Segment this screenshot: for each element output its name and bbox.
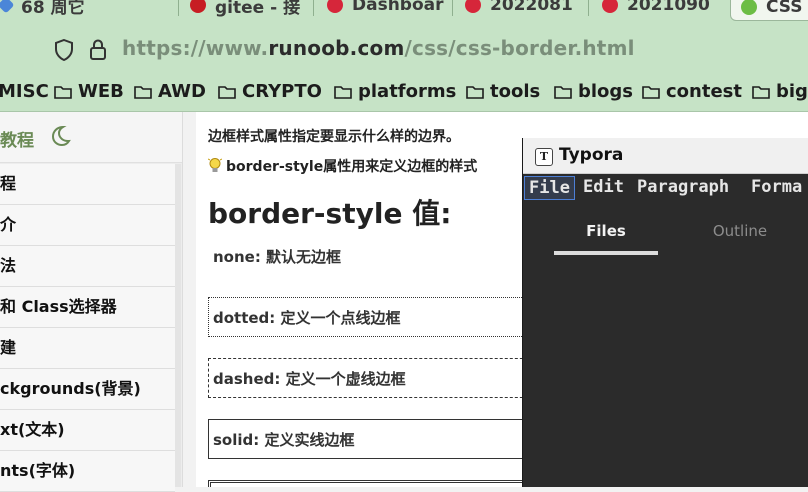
browser-tab-2[interactable]: gitee - 接	[190, 0, 300, 18]
lock-icon[interactable]	[89, 39, 107, 61]
menu-file[interactable]: File	[524, 176, 575, 200]
bookmark-label: bigc	[776, 81, 808, 102]
folder-icon	[334, 85, 352, 99]
bookmarks-bar: MISC WEB AWD CRYPTO platforms tools blog…	[0, 75, 808, 112]
sidebar-item[interactable]: 介	[0, 205, 175, 246]
bookmark-label: tools	[490, 81, 541, 102]
bookmark-tools[interactable]: tools	[466, 81, 540, 102]
dashboard-favicon-icon	[327, 0, 343, 13]
example-dashed: dashed: 定义一个虚线边框	[208, 358, 548, 398]
intro-text: 边框样式属性指定要显示什么样的边界。	[208, 129, 460, 145]
menu-paragraph[interactable]: Paragraph	[633, 176, 733, 198]
bookmark-web[interactable]: WEB	[54, 81, 124, 102]
example-double	[208, 480, 548, 487]
sidebar-title: 教程	[0, 131, 34, 151]
sidebar-item[interactable]: ckgrounds(背景)	[0, 369, 175, 410]
active-tab-indicator	[554, 251, 658, 255]
bookmark-label: MISC	[0, 81, 49, 102]
section-heading: border-style 值:	[208, 197, 452, 230]
tab-label: CSS	[766, 0, 803, 17]
menu-format[interactable]: Forma	[747, 176, 806, 198]
sidebar-scrollbar[interactable]	[175, 164, 181, 487]
tab-favicon-icon	[602, 0, 618, 13]
gitee-favicon-icon	[190, 0, 206, 13]
sidebar-header: 教程	[0, 112, 182, 163]
browser-tab-strip: 68 周它 gitee - 接 Dashboar 2022081 2021090…	[0, 0, 808, 22]
sidebar-item[interactable]: 建	[0, 328, 175, 369]
sidebar-item[interactable]: 法	[0, 246, 175, 287]
tip-line: border-style属性用来定义边框的样式	[208, 156, 477, 176]
bookmark-label: blogs	[578, 81, 634, 102]
tip-text: border-style属性用来定义边框的样式	[226, 159, 478, 175]
bookmark-label: AWD	[158, 81, 206, 102]
folder-icon	[54, 85, 72, 99]
browser-tab-1[interactable]: 68 周它	[0, 0, 85, 18]
bookmark-platforms[interactable]: platforms	[334, 81, 456, 102]
url-prefix: https://www.	[122, 36, 269, 60]
typora-menubar: File Edit Paragraph Forma	[523, 174, 808, 202]
browser-tab-5[interactable]: 2021090	[602, 0, 710, 18]
typora-logo-icon: T	[535, 148, 553, 166]
sidebar-item[interactable]: nts(字体)	[0, 451, 175, 492]
browser-tab-3[interactable]: Dashboar	[327, 0, 444, 18]
bookmark-label: platforms	[358, 81, 457, 102]
tab-favicon-icon	[465, 0, 481, 13]
sidebar-item[interactable]: 程	[0, 164, 175, 205]
tab-outline[interactable]: Outline	[673, 216, 807, 246]
tab-label: Dashboar	[352, 0, 444, 15]
folder-icon	[218, 85, 236, 99]
tutorial-sidebar: 教程 程 介 法 和 Class选择器 建 ckgrounds(背景) xt(文…	[0, 112, 183, 492]
bookmark-label: contest	[666, 81, 742, 102]
bookmark-awd[interactable]: AWD	[134, 81, 206, 102]
url-host: runoob.com	[268, 36, 405, 60]
browser-tab-4[interactable]: 2022081	[465, 0, 573, 18]
sidebar-item[interactable]: xt(文本)	[0, 410, 175, 451]
shield-icon[interactable]	[54, 39, 74, 61]
typora-titlebar[interactable]: T Typora	[523, 138, 808, 174]
browser-tab-active[interactable]: CSS	[730, 0, 808, 21]
moon-icon[interactable]	[48, 124, 72, 148]
lightbulb-icon	[208, 158, 222, 172]
folder-icon	[752, 85, 770, 99]
folder-icon	[554, 85, 572, 99]
folder-icon	[134, 85, 152, 99]
bookmark-blogs[interactable]: blogs	[554, 81, 633, 102]
bookmark-misc[interactable]: MISC	[0, 81, 49, 102]
bookmark-label: WEB	[78, 81, 124, 102]
folder-icon	[466, 85, 484, 99]
tab-label: gitee - 接	[215, 0, 301, 18]
tab-files[interactable]: Files	[539, 216, 673, 246]
sidebar-item[interactable]: 和 Class选择器	[0, 287, 175, 328]
typora-title: Typora	[559, 145, 624, 165]
runoob-favicon-icon	[741, 0, 757, 15]
typora-sidebar-tabs: Files Outline	[523, 216, 808, 256]
sidebar-list: 程 介 法 和 Class选择器 建 ckgrounds(背景) xt(文本) …	[0, 164, 175, 492]
url-field[interactable]: https://www.runoob.com/css/css-border.ht…	[122, 36, 635, 60]
bookmark-label: CRYPTO	[242, 81, 322, 102]
example-dotted: dotted: 定义一个点线边框	[208, 297, 548, 337]
example-none: none: 默认无边框	[213, 248, 342, 266]
bookmark-crypto[interactable]: CRYPTO	[218, 81, 322, 102]
tab-label: 68 周它	[21, 0, 85, 18]
bookmark-bigc[interactable]: bigc	[752, 81, 808, 102]
menu-edit[interactable]: Edit	[579, 176, 628, 198]
tab-favicon-icon	[0, 0, 15, 14]
typora-window: T Typora File Edit Paragraph Forma Files…	[522, 138, 808, 487]
tab-label: 2022081	[490, 0, 573, 15]
address-bar: https://www.runoob.com/css/css-border.ht…	[0, 22, 808, 75]
tab-label: 2021090	[627, 0, 710, 15]
example-solid: solid: 定义实线边框	[208, 419, 548, 459]
folder-icon	[642, 85, 660, 99]
url-path: /css/css-border.html	[404, 36, 635, 60]
bookmark-contest[interactable]: contest	[642, 81, 742, 102]
